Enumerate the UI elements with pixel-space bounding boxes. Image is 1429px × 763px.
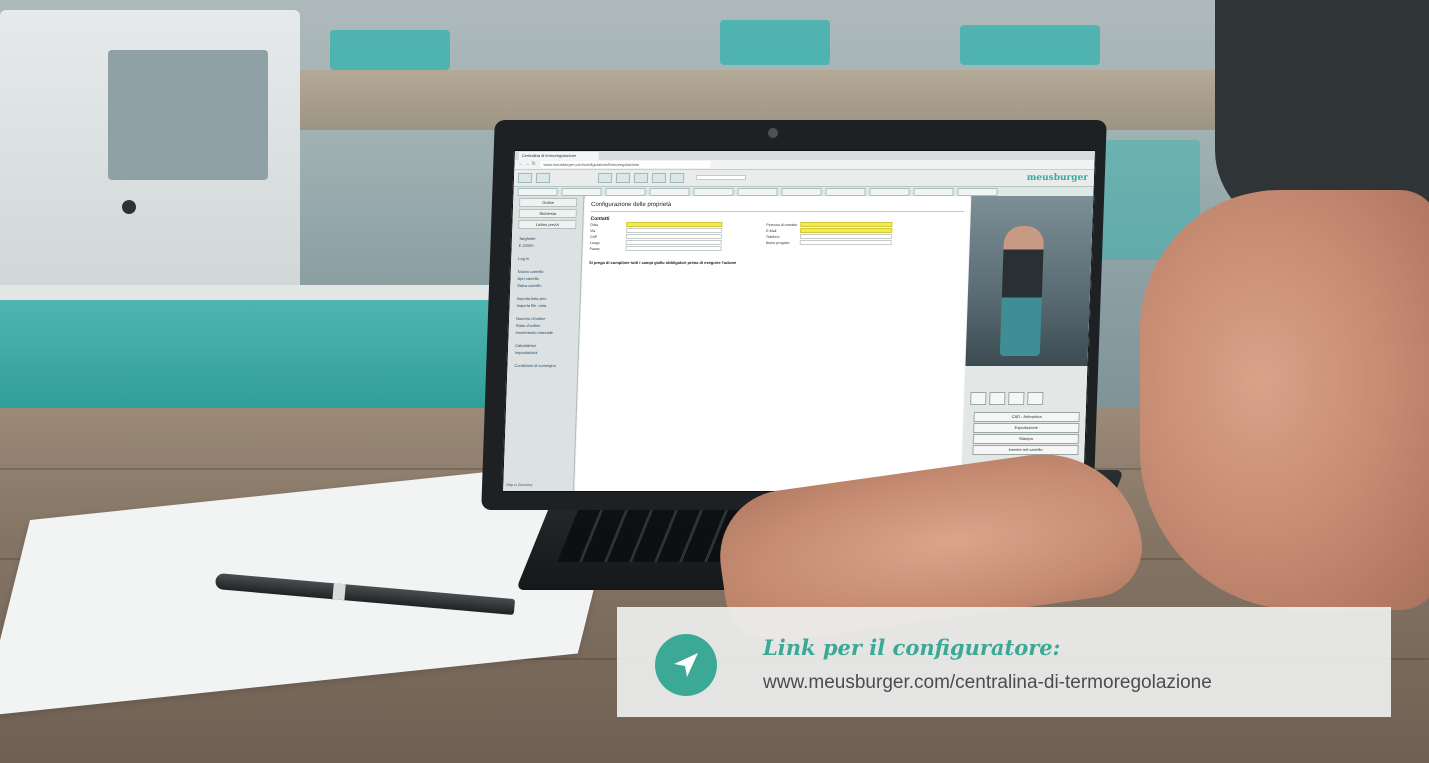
right-pane: CAD - Anteprima Esportazione Stampa Inse… [961, 196, 1094, 491]
controller-knob [122, 200, 136, 214]
add-to-cart-button[interactable]: Inserire nel carrello [972, 445, 1079, 455]
page-title: Configurazione delle proprietà [590, 202, 672, 208]
category-button[interactable] [517, 188, 558, 196]
city-field[interactable] [625, 240, 722, 245]
browser-tab[interactable]: Centralina di termoregolazione [518, 152, 599, 160]
reload-icon[interactable]: ↻ [531, 161, 535, 167]
view-icon[interactable] [1008, 392, 1025, 405]
main-content: Configurazione delle proprietà Contatti … [575, 196, 971, 491]
view-icon[interactable] [1027, 392, 1044, 405]
sidebar-item-labels[interactable]: Targhette [512, 235, 582, 242]
sidebar-item-import-mea[interactable]: Importa file .mea [509, 302, 579, 309]
sidebar-item-calculator[interactable]: Calcolatrice [508, 342, 578, 349]
sidebar-item-open-cart[interactable]: Apri carrello [510, 275, 580, 282]
phone-field[interactable] [799, 234, 893, 239]
app-toolbar: meusburger [513, 170, 1095, 187]
back-icon[interactable]: ← [518, 161, 523, 167]
sidebar-item-manual-entry[interactable]: Inserimento manuale [508, 329, 578, 336]
teal-cabinet [0, 300, 520, 415]
sidebar-item-settings[interactable]: Impostazioni [508, 349, 578, 356]
category-button[interactable] [561, 188, 602, 196]
sidebar-footer: Ship to Germany [506, 483, 533, 487]
pen-ring [332, 583, 346, 601]
category-button[interactable] [737, 188, 778, 196]
category-button[interactable] [957, 188, 998, 196]
sidebar-item-login[interactable]: Log in [511, 255, 581, 262]
sidebar-tab-request[interactable]: Richiesta [518, 209, 577, 218]
sidebar-item-import-list[interactable]: Importa lista pez. [510, 295, 580, 302]
url-field[interactable]: www.meusburger.com/configuratore/termore… [540, 161, 711, 168]
field-label: Paese [589, 247, 600, 251]
sidebar-tab-order[interactable]: Ordine [518, 198, 578, 207]
category-button[interactable] [869, 188, 910, 196]
browser-tabbar: Centralina di termoregolazione [514, 151, 1095, 160]
meusburger-logo: meusburger [1026, 173, 1089, 183]
sidebar-item-e20000[interactable]: E 20000 [512, 242, 582, 249]
email-field[interactable] [800, 228, 893, 233]
view-icon[interactable] [970, 392, 987, 405]
toolbar-button[interactable] [517, 173, 533, 183]
toolbar-button[interactable] [651, 173, 667, 183]
view-icons [970, 392, 1047, 410]
street-field[interactable] [626, 228, 723, 233]
form-row: Paese [583, 246, 968, 252]
required-fields-note: Si prega di compilare tutti i campi gial… [588, 260, 737, 265]
person-arm [1140, 190, 1429, 610]
temperature-controller-unit [0, 10, 300, 310]
webcam-icon [768, 128, 778, 138]
category-button[interactable] [605, 188, 646, 196]
category-button[interactable] [649, 188, 690, 196]
forward-icon[interactable]: → [524, 161, 529, 167]
category-button[interactable] [825, 188, 866, 196]
contact-person-field[interactable] [800, 222, 893, 227]
sidebar-item-new-cart[interactable]: Nuovo carrello [511, 268, 581, 275]
category-button[interactable] [913, 188, 954, 196]
export-button[interactable]: Esportazione [973, 423, 1080, 433]
toolbar-button[interactable] [633, 173, 649, 183]
product-photo [965, 196, 1094, 366]
background-machine [330, 30, 450, 70]
company-field[interactable] [626, 222, 723, 227]
cad-preview-button[interactable]: CAD - Anteprima [973, 412, 1080, 422]
sidebar-tab-price-list[interactable]: Listino prezzi [518, 220, 577, 229]
sidebar-item-save-cart[interactable]: Salva carrello [510, 282, 580, 289]
category-button[interactable] [781, 188, 822, 196]
toolbar-button[interactable] [535, 173, 551, 183]
app-sidebar: Ordine Richiesta Listino prezzi Targhett… [503, 196, 585, 491]
configurator-link-card: Link per il configuratore: www.meusburge… [617, 607, 1391, 717]
background-machine [960, 25, 1100, 65]
browser-address-bar: ← → ↻ www.meusburger.com/configuratore/t… [514, 160, 1095, 170]
send-arrow-icon [655, 634, 717, 696]
toolbar-button[interactable] [597, 173, 613, 183]
configurator-link[interactable]: www.meusburger.com/centralina-di-termore… [763, 672, 1212, 694]
background-machine [720, 20, 830, 65]
sidebar-item-order-number[interactable]: Numero d'ordine [509, 315, 579, 322]
sidebar-item-order-status[interactable]: Stato d'ordine [509, 322, 579, 329]
project-name-field[interactable] [799, 240, 892, 245]
country-field[interactable] [625, 246, 722, 251]
controller-display [108, 50, 268, 180]
person-figure [999, 226, 1045, 356]
print-button[interactable]: Stampa [972, 434, 1080, 444]
toolbar-button[interactable] [615, 173, 631, 183]
caption-title: Link per il configuratore: [763, 635, 1061, 660]
sidebar-item-delivery-terms[interactable]: Condizioni di consegna [507, 362, 577, 369]
divider [590, 211, 964, 212]
category-button[interactable] [693, 188, 734, 196]
view-icon[interactable] [989, 392, 1006, 405]
toolbar-search-input[interactable] [695, 175, 747, 180]
laptop-screen: Centralina di termoregolazione ← → ↻ www… [502, 150, 1096, 492]
zip-field[interactable] [625, 234, 723, 239]
toolbar-button[interactable] [669, 173, 685, 183]
